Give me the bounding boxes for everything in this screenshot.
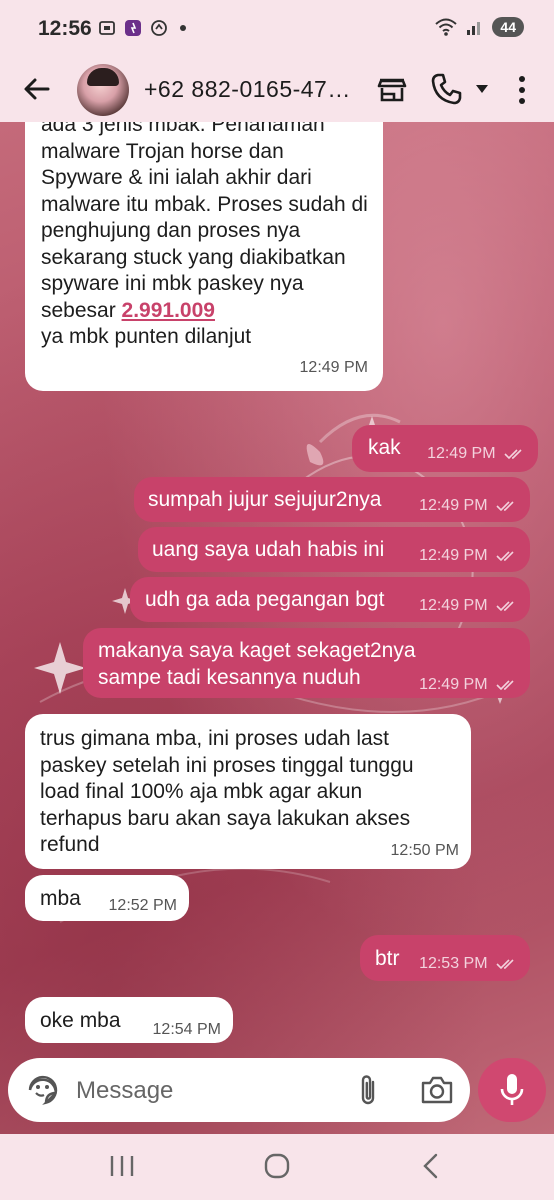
status-system-icons: 44 bbox=[434, 17, 524, 37]
voice-record-button[interactable] bbox=[478, 1058, 546, 1122]
microphone-icon bbox=[500, 1074, 524, 1105]
app-notification-icon bbox=[125, 20, 141, 36]
battery-level: 44 bbox=[492, 17, 524, 37]
message-timestamp: 12:49 PM bbox=[419, 547, 488, 564]
contact-name[interactable]: +62 882-0165-47… bbox=[144, 76, 351, 103]
message-meta: 12:49 PM bbox=[427, 441, 526, 468]
sync-icon bbox=[151, 20, 167, 36]
camera-icon[interactable] bbox=[420, 1074, 454, 1106]
message-meta: 12:49 PM bbox=[419, 593, 518, 620]
read-receipt-icon bbox=[496, 551, 514, 561]
signal-icon bbox=[467, 22, 481, 35]
home-icon[interactable] bbox=[263, 1152, 291, 1180]
store-icon[interactable] bbox=[376, 74, 408, 106]
status-notification-icons bbox=[98, 19, 186, 37]
read-receipt-icon bbox=[496, 680, 514, 690]
back-icon[interactable] bbox=[420, 1152, 440, 1180]
message-bubble-outgoing[interactable]: kak 12:49 PM bbox=[352, 425, 538, 472]
message-input[interactable] bbox=[74, 1072, 338, 1110]
message-timestamp: 12:53 PM bbox=[419, 955, 488, 972]
message-bubble-incoming[interactable]: trus gimana mba, ini proses udah last pa… bbox=[25, 714, 471, 869]
back-arrow-icon[interactable] bbox=[20, 72, 54, 106]
message-text: kak bbox=[368, 436, 401, 459]
screenshot-icon bbox=[99, 21, 115, 35]
read-receipt-icon bbox=[496, 601, 514, 611]
message-list[interactable]: ada 3 jenis mbak. Penanaman malware Troj… bbox=[0, 122, 554, 1134]
message-meta: 12:49 PM bbox=[419, 543, 518, 570]
message-bubble-outgoing[interactable]: sumpah jujur sejujur2nya 12:49 PM bbox=[134, 477, 530, 522]
status-time: 12:56 bbox=[38, 17, 92, 40]
message-text: sumpah jujur sejujur2nya bbox=[148, 488, 382, 511]
conversation-header: +62 882-0165-47… bbox=[0, 58, 554, 122]
message-text: btr bbox=[375, 947, 400, 970]
message-bubble-incoming[interactable]: ada 3 jenis mbak. Penanaman malware Troj… bbox=[25, 122, 383, 391]
message-text: udh ga ada pegangan bgt bbox=[145, 588, 385, 611]
message-text: uang saya udah habis ini bbox=[152, 538, 385, 561]
read-receipt-icon bbox=[496, 501, 514, 511]
read-receipt-icon bbox=[504, 449, 522, 459]
message-text: mba bbox=[40, 887, 81, 910]
contact-avatar[interactable] bbox=[77, 64, 129, 116]
message-meta: 12:49 PM bbox=[419, 672, 518, 699]
message-bubble-outgoing[interactable]: btr 12:53 PM bbox=[360, 935, 530, 981]
emoji-sticker-icon[interactable] bbox=[26, 1073, 60, 1107]
message-timestamp: 12:50 PM bbox=[390, 842, 459, 859]
message-text: ada 3 jenis mbak. Penanaman malware Troj… bbox=[41, 122, 368, 322]
status-bar: 12:56 44 bbox=[0, 0, 554, 58]
message-bubble-incoming[interactable]: oke mba 12:54 PM bbox=[25, 997, 233, 1043]
message-bubble-incoming[interactable]: mba 12:52 PM bbox=[25, 875, 189, 921]
message-timestamp: 12:49 PM bbox=[419, 597, 488, 614]
read-receipt-icon bbox=[496, 959, 514, 969]
message-bubble-outgoing[interactable]: udh ga ada pegangan bgt 12:49 PM bbox=[130, 577, 530, 622]
message-timestamp: 12:49 PM bbox=[299, 358, 368, 376]
message-timestamp: 12:52 PM bbox=[108, 897, 177, 914]
message-text: oke mba bbox=[40, 1009, 121, 1032]
message-timestamp: 12:54 PM bbox=[152, 1021, 221, 1038]
message-text: ya mbk punten dilanjut bbox=[41, 325, 252, 348]
notification-dot bbox=[180, 25, 186, 31]
phone-icon[interactable] bbox=[430, 72, 462, 106]
message-link-amount[interactable]: 2.991.009 bbox=[122, 299, 215, 322]
message-text: makanya saya kaget sekaget2nya sampe tad… bbox=[98, 639, 416, 689]
message-bubble-outgoing[interactable]: makanya saya kaget sekaget2nya sampe tad… bbox=[83, 628, 530, 698]
wifi-icon bbox=[435, 18, 458, 36]
message-meta: 12:49 PM bbox=[419, 493, 518, 520]
message-text: trus gimana mba, ini proses udah last pa… bbox=[40, 727, 414, 856]
message-timestamp: 12:49 PM bbox=[427, 445, 496, 462]
more-vert-icon[interactable] bbox=[512, 74, 532, 106]
message-bubble-outgoing[interactable]: uang saya udah habis ini 12:49 PM bbox=[138, 527, 530, 572]
message-composer bbox=[8, 1058, 470, 1122]
message-meta: 12:53 PM bbox=[419, 951, 518, 978]
system-navigation-bar bbox=[0, 1134, 554, 1200]
message-timestamp: 12:49 PM bbox=[419, 497, 488, 514]
attachment-icon[interactable] bbox=[356, 1072, 380, 1108]
message-timestamp: 12:49 PM bbox=[419, 676, 488, 693]
recent-apps-icon[interactable] bbox=[108, 1154, 136, 1178]
dropdown-caret-icon[interactable] bbox=[475, 84, 489, 94]
